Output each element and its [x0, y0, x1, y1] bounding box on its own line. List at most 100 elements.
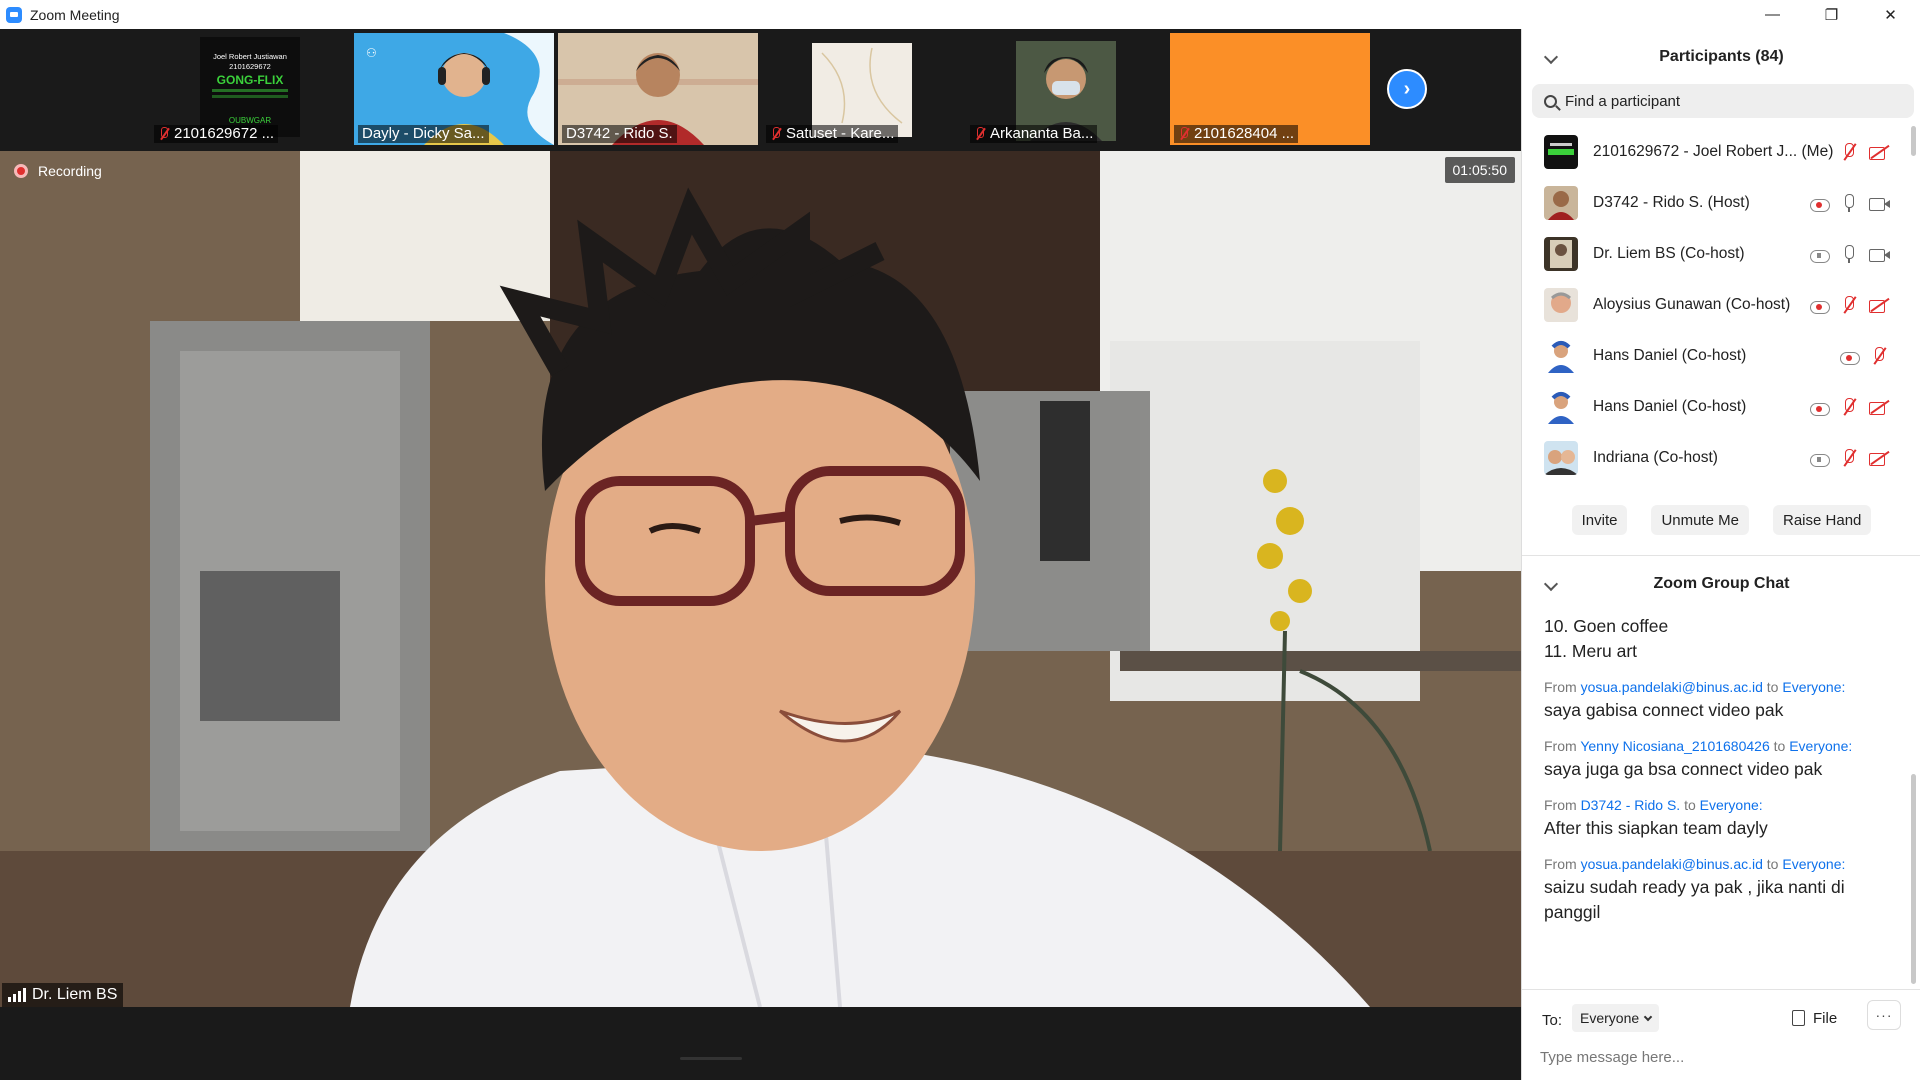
video-thumbnail[interactable]: 2101628404 ...	[1170, 33, 1370, 145]
participant-row[interactable]: 2101629672 - Joel Robert J... (Me)	[1522, 126, 1920, 177]
recipient-link[interactable]: Everyone:	[1782, 856, 1845, 872]
video-stage: Joel Robert Justiawan 2101629672 GONG-FL…	[0, 29, 1521, 1080]
file-button[interactable]: File	[1792, 1004, 1837, 1032]
window-title: Zoom Meeting	[30, 6, 120, 23]
speaker-video-frame	[0, 151, 1521, 1007]
collapse-chevron-icon[interactable]	[1543, 49, 1559, 65]
mic-muted-icon	[770, 127, 782, 141]
collapse-chevron-icon[interactable]	[1543, 576, 1559, 592]
chat-scrollbar[interactable]	[1911, 774, 1916, 984]
chat-message-meta: From yosua.pandelaki@binus.ac.id to Ever…	[1544, 856, 1846, 872]
mic-off-icon[interactable]	[1839, 448, 1859, 468]
next-page-arrow-icon[interactable]: ›	[1387, 69, 1427, 109]
video-thumbnail[interactable]: D3742 - Rido S.	[558, 33, 758, 145]
mic-off-icon[interactable]	[1869, 346, 1889, 366]
speaker-name-tag: Dr. Liem BS	[2, 983, 124, 1007]
participant-status-icons	[1809, 193, 1890, 213]
video-thumbnail[interactable]: Satuset - Kare...	[762, 33, 962, 145]
video-thumbnail[interactable]: Arkananta Ba...	[966, 33, 1166, 145]
participant-row[interactable]: Aloysius Gunawan (Co-host)	[1522, 279, 1920, 330]
mic-off-icon[interactable]	[1839, 295, 1859, 315]
recording-indicator: Recording	[14, 163, 102, 179]
recipient-link[interactable]: Everyone:	[1782, 679, 1845, 695]
resize-grip[interactable]	[680, 1057, 742, 1060]
unmute-me-button[interactable]: Unmute Me	[1651, 505, 1749, 535]
side-panel: Participants (84) 2101629672 - Joel Robe…	[1521, 29, 1920, 1080]
video-off-icon[interactable]	[1869, 142, 1889, 162]
cloud-record-icon	[1839, 346, 1860, 366]
mic-off-icon[interactable]	[1839, 142, 1859, 162]
avatar	[1544, 185, 1578, 220]
avatar	[1544, 134, 1578, 169]
sender-link[interactable]: yosua.pandelaki@binus.ac.id	[1581, 856, 1763, 872]
minimize-button[interactable]: —	[1743, 0, 1802, 29]
participant-status-icons	[1809, 295, 1889, 315]
participant-row[interactable]: Hans Daniel (Co-host)	[1522, 381, 1920, 432]
participant-row[interactable]: Indriana (Co-host)	[1522, 432, 1920, 483]
meeting-timer: 01:05:50	[1444, 157, 1515, 183]
mic-icon[interactable]	[1839, 244, 1859, 264]
participant-status-icons	[1809, 448, 1889, 468]
invite-button[interactable]: Invite	[1571, 505, 1628, 535]
thumbnail-strip: Joel Robert Justiawan 2101629672 GONG-FL…	[0, 29, 1521, 149]
participant-name: Hans Daniel (Co-host)	[1593, 397, 1747, 415]
zoom-app-icon	[6, 6, 22, 23]
chat-compose: To: Everyone File ···	[1522, 989, 1920, 1080]
video-off-icon[interactable]	[1869, 397, 1889, 417]
raise-hand-button[interactable]: Raise Hand	[1773, 505, 1872, 535]
to-label: To:	[1542, 1012, 1563, 1029]
video-off-icon[interactable]	[1869, 448, 1889, 468]
message-input[interactable]	[1540, 1044, 1900, 1070]
cloud-record-icon	[1809, 295, 1830, 315]
chat-message-meta: From D3742 - Rido S. to Everyone:	[1544, 797, 1763, 813]
sender-link[interactable]: Yenny Nicosiana_2101680426	[1580, 738, 1769, 754]
participant-row[interactable]: Dr. Liem BS (Co-host)	[1522, 228, 1920, 279]
video-thumbnail[interactable]: ⚇ Dayly - Dicky Sa...	[354, 33, 554, 145]
avatar	[1544, 440, 1578, 475]
participant-name: Aloysius Gunawan (Co-host)	[1593, 295, 1791, 313]
thumbnail-label: Arkananta Ba...	[970, 125, 1098, 143]
restore-button[interactable]: ❐	[1802, 0, 1861, 29]
recipient-select[interactable]: Everyone	[1572, 1004, 1660, 1032]
participants-header[interactable]: Participants (84)	[1522, 39, 1920, 75]
avatar	[1544, 338, 1578, 373]
video-camera-icon[interactable]	[1869, 244, 1890, 264]
mic-off-icon[interactable]	[1839, 397, 1859, 417]
cloud-record-paused-icon	[1809, 244, 1830, 264]
title-bar: Zoom Meeting — ❐ ✕	[0, 0, 1920, 29]
poster-line4: OUBWGAR	[229, 116, 271, 125]
cloud-record-icon	[1809, 397, 1830, 417]
thumbnail-label: 2101629672 ...	[154, 125, 279, 143]
recipient-link[interactable]: Everyone:	[1700, 797, 1763, 813]
participant-name: 2101629672 - Joel Robert J... (Me)	[1593, 142, 1834, 160]
participant-name: Indriana (Co-host)	[1593, 448, 1718, 466]
close-button[interactable]: ✕	[1861, 0, 1920, 29]
thumbnail-label: D3742 - Rido S.	[562, 125, 677, 143]
recording-label: Recording	[38, 163, 102, 179]
chat-text-line: 10. Goen coffee	[1544, 616, 1669, 636]
panel-divider	[1522, 555, 1920, 556]
participants-title: Participants (84)	[1659, 48, 1784, 65]
participants-scrollbar[interactable]	[1911, 126, 1916, 156]
sender-link[interactable]: yosua.pandelaki@binus.ac.id	[1581, 679, 1763, 695]
recipient-link[interactable]: Everyone:	[1789, 738, 1852, 754]
video-off-icon[interactable]	[1869, 295, 1889, 315]
participant-row[interactable]: Hans Daniel (Co-host)	[1522, 330, 1920, 381]
thumbnail-label: Satuset - Kare...	[766, 125, 899, 143]
video-camera-icon[interactable]	[1869, 193, 1890, 213]
mic-muted-icon	[974, 127, 986, 141]
video-thumbnail[interactable]: Joel Robert Justiawan 2101629672 GONG-FL…	[150, 33, 350, 145]
search-input[interactable]	[1565, 92, 1885, 110]
chat-message-text: saizu sudah ready ya pak , jika nanti di…	[1544, 877, 1845, 922]
mic-icon[interactable]	[1839, 193, 1859, 213]
file-label: File	[1813, 1009, 1838, 1027]
search-icon	[1544, 94, 1557, 108]
chat-message-meta: From yosua.pandelaki@binus.ac.id to Ever…	[1544, 679, 1846, 695]
cloud-record-paused-icon	[1809, 448, 1830, 468]
participant-search[interactable]	[1532, 84, 1914, 118]
more-options-button[interactable]: ···	[1867, 1000, 1901, 1030]
recipient-value: Everyone	[1580, 1010, 1640, 1026]
sender-link[interactable]: D3742 - Rido S.	[1581, 797, 1681, 813]
participant-row[interactable]: D3742 - Rido S. (Host)	[1522, 177, 1920, 228]
chat-header[interactable]: Zoom Group Chat	[1522, 566, 1920, 602]
